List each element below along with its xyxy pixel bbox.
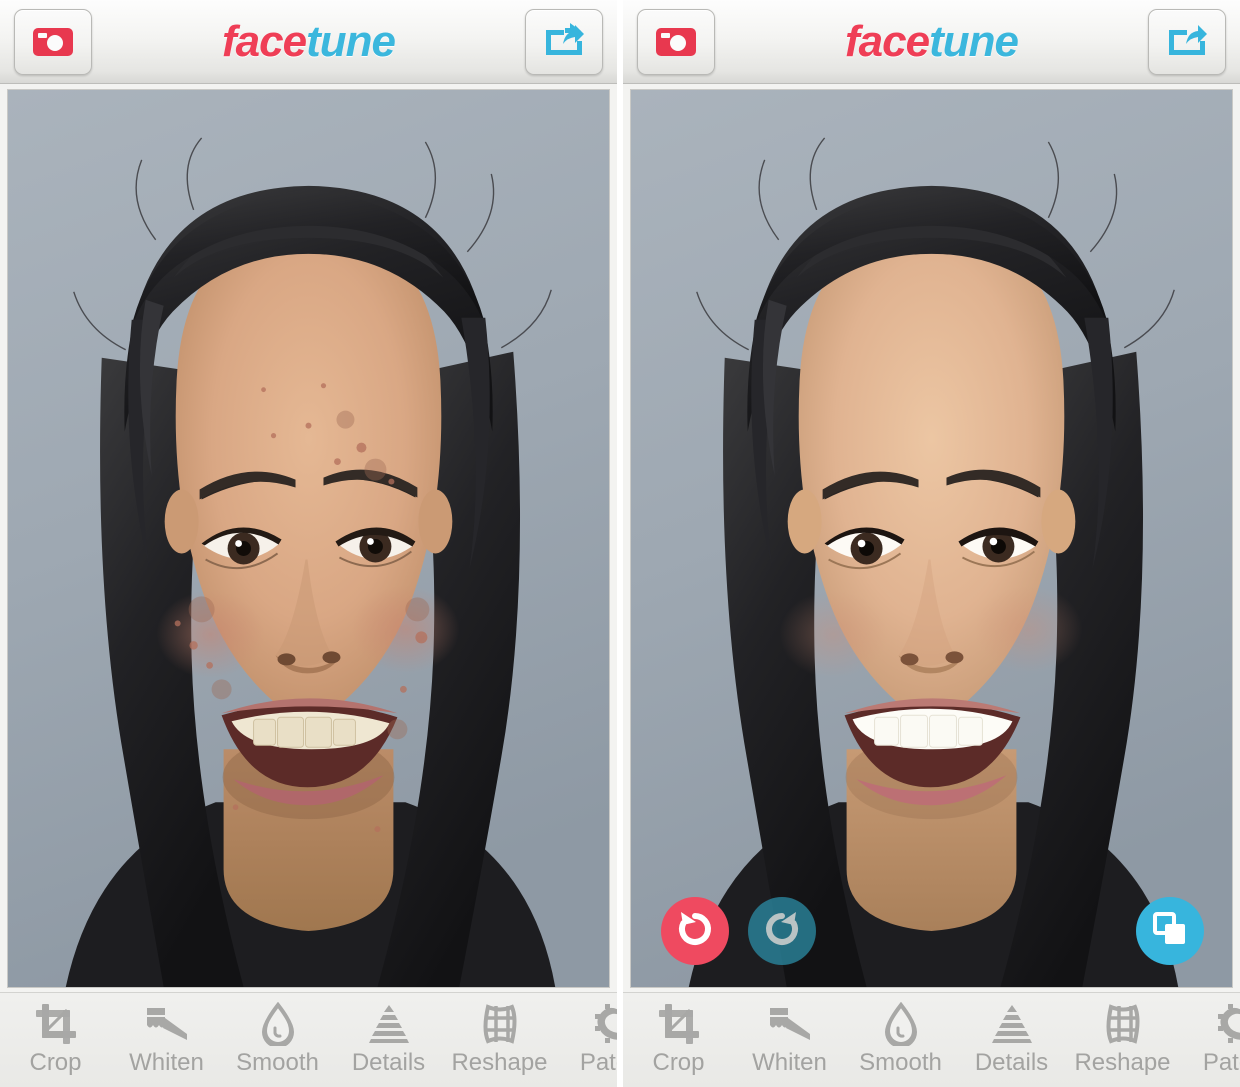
app-logo: facetune xyxy=(222,16,396,66)
redo-button[interactable] xyxy=(748,897,816,965)
photo-before[interactable] xyxy=(7,89,610,988)
camera-button[interactable] xyxy=(637,8,715,75)
share-button[interactable] xyxy=(525,8,603,75)
undo-button[interactable] xyxy=(661,897,729,965)
tool-toolbar-after: Crop Whiten Smooth Details Reshape Pat xyxy=(623,992,1240,1087)
app-header-after: facetune xyxy=(623,0,1240,84)
tool-label-smooth: Smooth xyxy=(859,1049,942,1076)
portrait-image-before xyxy=(8,90,609,987)
tool-label-patch: Patch xyxy=(1202,1049,1240,1076)
tool-crop[interactable]: Crop xyxy=(623,1001,734,1077)
compare-icon xyxy=(1151,910,1189,953)
details-pyramid-icon xyxy=(989,1001,1035,1047)
tool-reshape[interactable]: Reshape xyxy=(1067,1001,1178,1077)
crop-icon xyxy=(34,1001,78,1047)
tool-smooth[interactable]: Smooth xyxy=(845,1001,956,1077)
patch-icon xyxy=(1212,1001,1240,1047)
tool-patch[interactable]: Patch xyxy=(1178,1001,1240,1077)
redo-icon xyxy=(760,907,804,956)
tool-reshape[interactable]: Reshape xyxy=(444,1001,555,1077)
photo-frame-before xyxy=(0,84,617,992)
tool-whiten[interactable]: Whiten xyxy=(111,1001,222,1077)
tool-label-whiten: Whiten xyxy=(129,1049,204,1076)
patch-icon xyxy=(589,1001,617,1047)
panel-after: facetune Crop Whiten Smooth Details Resh… xyxy=(620,0,1240,1087)
share-button[interactable] xyxy=(1148,8,1226,75)
app-logo: facetune xyxy=(845,16,1019,66)
photo-after[interactable] xyxy=(630,89,1233,988)
share-export-icon xyxy=(543,20,585,63)
tool-label-crop: Crop xyxy=(652,1049,705,1076)
tool-smooth[interactable]: Smooth xyxy=(222,1001,333,1077)
facetune-before-after-comparison: facetune Crop Whiten Smooth Details Resh… xyxy=(0,0,1240,1087)
camera-button[interactable] xyxy=(14,8,92,75)
tool-label-details: Details xyxy=(974,1049,1049,1076)
tool-label-smooth: Smooth xyxy=(236,1049,319,1076)
tool-whiten[interactable]: Whiten xyxy=(734,1001,845,1077)
tool-crop[interactable]: Crop xyxy=(0,1001,111,1077)
tool-label-reshape: Reshape xyxy=(1074,1049,1171,1076)
tool-details[interactable]: Details xyxy=(333,1001,444,1077)
logo-face-text: face xyxy=(845,16,930,66)
compare-button[interactable] xyxy=(1136,897,1204,965)
app-header-before: facetune xyxy=(0,0,617,84)
photo-frame-after xyxy=(623,84,1240,992)
tool-label-patch: Patch xyxy=(579,1049,617,1076)
camera-icon xyxy=(33,27,73,56)
smooth-droplet-icon xyxy=(884,1001,918,1047)
details-pyramid-icon xyxy=(366,1001,412,1047)
share-export-icon xyxy=(1166,20,1208,63)
tool-label-whiten: Whiten xyxy=(752,1049,827,1076)
tool-label-reshape: Reshape xyxy=(451,1049,548,1076)
tool-patch[interactable]: Patch xyxy=(555,1001,617,1077)
crop-icon xyxy=(657,1001,701,1047)
tool-label-crop: Crop xyxy=(29,1049,82,1076)
portrait-image-after xyxy=(631,90,1232,987)
reshape-grid-icon xyxy=(1101,1001,1145,1047)
smooth-droplet-icon xyxy=(261,1001,295,1047)
reshape-grid-icon xyxy=(478,1001,522,1047)
whiten-teeth-icon xyxy=(143,1001,191,1047)
whiten-teeth-icon xyxy=(766,1001,814,1047)
camera-icon xyxy=(656,27,696,56)
tool-toolbar-before: Crop Whiten Smooth Details Reshape Pat xyxy=(0,992,617,1087)
logo-tune-text: tune xyxy=(306,16,396,66)
tool-details[interactable]: Details xyxy=(956,1001,1067,1077)
panel-before: facetune Crop Whiten Smooth Details Resh… xyxy=(0,0,620,1087)
tool-label-details: Details xyxy=(351,1049,426,1076)
logo-face-text: face xyxy=(222,16,307,66)
logo-tune-text: tune xyxy=(929,16,1019,66)
undo-icon xyxy=(673,907,717,956)
